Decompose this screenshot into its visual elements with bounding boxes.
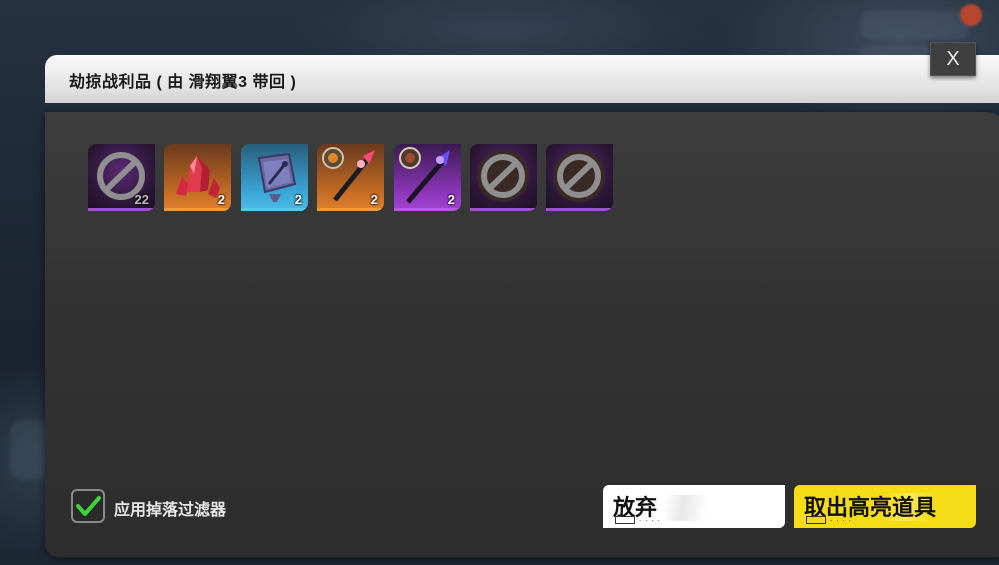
blocked-icon [553,150,605,202]
dialog-title: 劫掠战利品 ( 由 滑翔翼3 带回 ) [69,74,297,91]
loot-slot[interactable] [546,144,613,211]
item-count: 2 [370,192,378,207]
item-count: 22 [134,192,149,207]
dialog-header: 劫掠战利品 ( 由 滑翔翼3 带回 ) [45,55,999,103]
loot-slot[interactable]: 2 [394,144,461,211]
loot-slot[interactable] [470,144,537,211]
key-hint-icon [806,516,826,524]
loot-slot[interactable]: 2 [164,144,231,211]
item-count: 2 [294,192,302,207]
item-count: 2 [447,192,455,207]
loot-slot[interactable]: 2 [317,144,384,211]
take-highlighted-button[interactable]: 取出高亮道具 .... [794,485,976,528]
drop-filter-label: 应用掉落过滤器 [114,502,227,519]
drop-filter-checkbox[interactable] [71,489,105,523]
loot-slot[interactable]: 2 [241,144,308,211]
key-hint-icon [615,516,635,524]
item-count: 2 [217,192,225,207]
checkmark-icon [76,496,101,516]
abandon-button[interactable]: 放弃 .... [603,485,785,528]
loot-slot[interactable]: 22 [88,144,155,211]
blocked-icon [477,150,529,202]
close-button[interactable]: X [930,42,976,76]
